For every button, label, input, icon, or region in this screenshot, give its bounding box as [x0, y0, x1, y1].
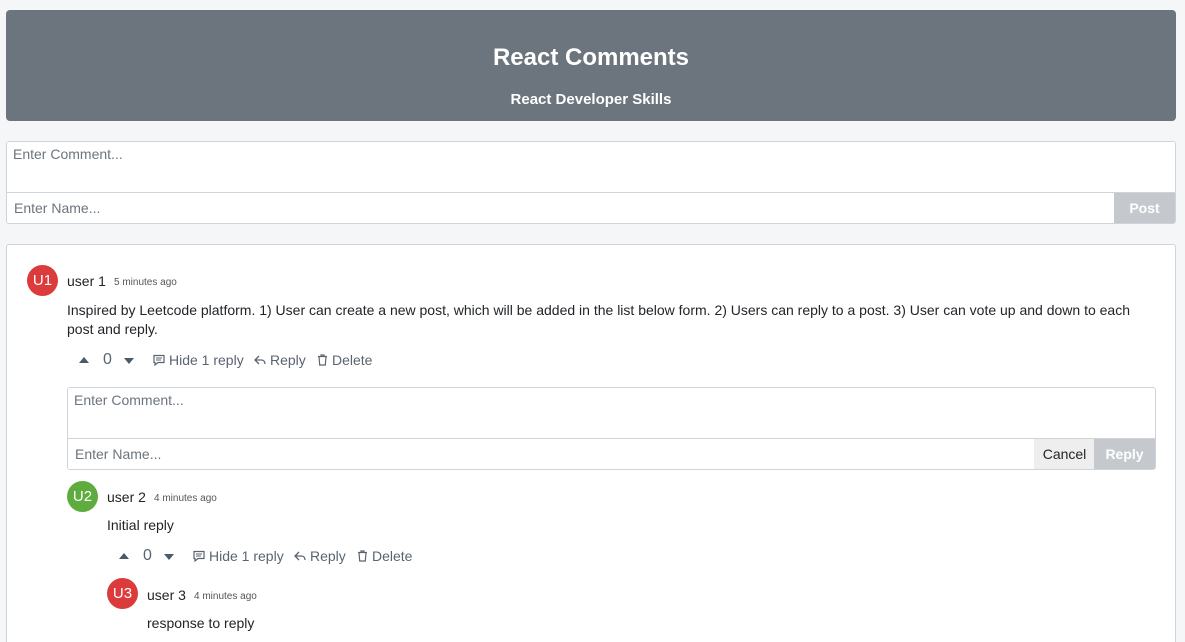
- toggle-replies-label: Hide 1 reply: [169, 352, 244, 368]
- reply-form: Cancel Reply: [67, 387, 1156, 470]
- toggle-replies-label: Hide 1 reply: [209, 548, 284, 564]
- caret-up-icon[interactable]: [79, 357, 89, 363]
- comment-actions: 0 Hide 1 reply Reply Delete: [79, 351, 409, 369]
- reply-comment-input[interactable]: [68, 388, 1155, 439]
- caret-down-icon[interactable]: [124, 358, 134, 364]
- avatar: U2: [67, 481, 98, 512]
- reply-name-input[interactable]: [68, 439, 1034, 469]
- toggle-replies-button[interactable]: Hide 1 reply: [153, 351, 244, 369]
- comment-username: user 3: [147, 587, 186, 603]
- reply-label: Reply: [270, 352, 306, 368]
- comment-timestamp: 4 minutes ago: [194, 591, 257, 602]
- comment-text: response to reply: [147, 615, 255, 631]
- reply-icon: [294, 551, 306, 561]
- reply-submit-button[interactable]: Reply: [1094, 439, 1155, 469]
- trash-icon: [318, 354, 327, 366]
- toggle-replies-button[interactable]: Hide 1 reply: [193, 547, 284, 565]
- delete-label: Delete: [332, 352, 373, 368]
- comment-username: user 2: [107, 489, 146, 505]
- comment-text: Inspired by Leetcode platform. 1) User c…: [67, 302, 1130, 337]
- delete-button[interactable]: Delete: [317, 351, 372, 369]
- reply-icon: [254, 355, 266, 365]
- comment-input[interactable]: [7, 142, 1175, 193]
- vote-count: 0: [143, 547, 152, 564]
- post-button[interactable]: Post: [1114, 193, 1175, 223]
- comment-icon: [193, 550, 205, 563]
- cancel-button[interactable]: Cancel: [1034, 439, 1095, 469]
- new-comment-form: Post: [6, 141, 1176, 224]
- reply-button[interactable]: Reply: [254, 351, 306, 369]
- vote-count: 0: [103, 351, 112, 368]
- reply-label: Reply: [310, 548, 346, 564]
- comment-icon: [153, 354, 165, 367]
- comment-text: Initial reply: [107, 517, 174, 533]
- comment-actions: 0 Hide 1 reply Reply Delete: [119, 547, 449, 565]
- comments-list: U1 user 1 5 minutes ago Inspired by Leet…: [6, 244, 1176, 642]
- page-title: React Comments: [492, 44, 690, 71]
- comment-timestamp: 5 minutes ago: [114, 277, 177, 288]
- page-subtitle: React Developer Skills: [510, 91, 672, 108]
- delete-label: Delete: [372, 548, 413, 564]
- comment-username: user 1: [67, 273, 106, 289]
- avatar: U3: [107, 578, 138, 609]
- app-header: React Comments React Developer Skills: [6, 10, 1176, 121]
- caret-up-icon[interactable]: [119, 553, 129, 559]
- name-input[interactable]: [7, 193, 1115, 223]
- reply-button[interactable]: Reply: [294, 547, 346, 565]
- trash-icon: [358, 550, 367, 562]
- caret-down-icon[interactable]: [164, 554, 174, 560]
- avatar: U1: [27, 265, 58, 296]
- comment-timestamp: 4 minutes ago: [154, 493, 217, 504]
- delete-button[interactable]: Delete: [357, 547, 412, 565]
